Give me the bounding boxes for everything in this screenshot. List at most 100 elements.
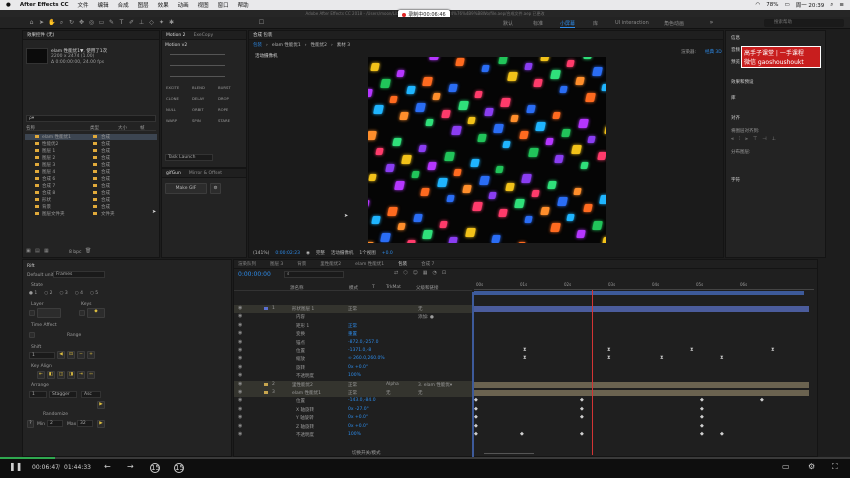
- toggle-switches-modes[interactable]: 切换开关/模式: [352, 450, 381, 456]
- timeline-property-row[interactable]: ◉ 位置 -1371.0,-8: [234, 347, 472, 355]
- timeline-property-row[interactable]: ◉ X 轴旋转 0x -27.0°: [234, 406, 472, 414]
- min-value-input[interactable]: 2: [47, 420, 63, 427]
- layer-mode-or-value[interactable]: -872.0,-257.0: [348, 340, 378, 345]
- timeline-property-row[interactable]: ◉ 矩形 1 正常: [234, 322, 472, 330]
- keyframe-icon[interactable]: ◆: [700, 432, 704, 437]
- new-folder-icon[interactable]: ▤: [35, 249, 40, 254]
- motion-warp-button[interactable]: WARP: [166, 118, 177, 123]
- visibility-eye-icon[interactable]: ◉: [238, 356, 242, 361]
- keyframe-icon[interactable]: ◆: [474, 415, 478, 420]
- arrange-value-input[interactable]: 1: [29, 391, 47, 398]
- project-row[interactable]: elam 性能优1 合成: [25, 134, 157, 140]
- type-tool-icon[interactable]: T: [118, 19, 125, 26]
- motion-slider-1[interactable]: [170, 54, 225, 55]
- layer-name[interactable]: 旋转: [296, 365, 305, 371]
- preview-panel-header[interactable]: 预览: [731, 59, 740, 65]
- zoom-tool-icon[interactable]: ⌕: [58, 19, 65, 26]
- snapping-checkbox-icon[interactable]: ☐: [258, 19, 265, 26]
- project-row[interactable]: 合成 7 合成: [25, 183, 157, 189]
- project-row[interactable]: 图层 2 合成: [25, 155, 157, 161]
- layer-parent[interactable]: 无: [418, 306, 423, 312]
- roto-tool-icon[interactable]: ✦: [158, 19, 165, 26]
- timeline-tab[interactable]: 包装: [398, 261, 407, 267]
- motion-burst-button[interactable]: BURST: [218, 85, 231, 90]
- col-frames[interactable]: 帧: [140, 125, 145, 131]
- layer-mode-or-value[interactable]: -143.0,-84.0: [348, 398, 376, 403]
- arrange-apply-button[interactable]: ▶: [97, 401, 105, 409]
- keyframe-icon[interactable]: ◆: [720, 432, 724, 437]
- motion-version[interactable]: Motion v2: [165, 43, 187, 48]
- align-keys-center-button[interactable]: ◫: [57, 371, 65, 379]
- keyframe-icon[interactable]: ◆: [580, 415, 584, 420]
- help-search-input[interactable]: 搜索帮助: [764, 19, 844, 27]
- label-color-swatch[interactable]: [35, 177, 39, 180]
- timeline-tab[interactable]: 合成 7: [421, 261, 434, 267]
- col-source-name[interactable]: 源名称: [290, 285, 304, 291]
- motion-blur-icon[interactable]: ◔: [433, 271, 437, 276]
- align-left-icon[interactable]: ⫷: [731, 137, 734, 142]
- visibility-eye-icon[interactable]: ◉: [238, 423, 242, 429]
- layer-label-swatch[interactable]: [264, 382, 268, 386]
- motion-slider-3[interactable]: [170, 76, 225, 77]
- tab-mirror-offset[interactable]: Mirror & Offset: [189, 171, 222, 176]
- col-t[interactable]: T: [372, 285, 375, 290]
- tab-composition[interactable]: 合成 包装: [253, 32, 272, 38]
- label-color-swatch[interactable]: [35, 205, 39, 208]
- keyframe-icon[interactable]: ◆: [474, 423, 478, 429]
- timeline-property-row[interactable]: ◉ 变换 重置: [234, 330, 472, 338]
- breadcrumb-asset3[interactable]: 素材 3: [337, 42, 350, 48]
- make-gif-button[interactable]: Make GIF: [165, 183, 207, 194]
- time-indicator[interactable]: [472, 292, 474, 457]
- visibility-eye-icon[interactable]: ◉: [238, 415, 242, 420]
- col-name[interactable]: 名称: [26, 125, 86, 131]
- align-top-icon[interactable]: ⊤: [753, 137, 757, 142]
- snapshot-icon[interactable]: ◉: [306, 251, 310, 256]
- keyframe-icon[interactable]: ⧗: [771, 348, 775, 353]
- motion-excite-button[interactable]: EXCITE: [166, 85, 179, 90]
- motion-blend-button[interactable]: BLEND: [192, 85, 205, 90]
- camera-view[interactable]: 活动摄像机: [331, 250, 354, 256]
- layer-name[interactable]: Z 轴旋转: [296, 424, 314, 430]
- keyframe-icon[interactable]: ⧗: [720, 356, 724, 361]
- workspace-default[interactable]: 默认: [503, 20, 513, 27]
- motion-stare-button[interactable]: STARE: [218, 118, 230, 123]
- project-search-input[interactable]: ρ▾: [26, 115, 156, 122]
- magnification[interactable]: (141%): [253, 251, 269, 256]
- menu-view[interactable]: 视图: [198, 1, 209, 9]
- help-button[interactable]: ?: [27, 420, 34, 428]
- layer-checkbox[interactable]: [29, 310, 35, 316]
- label-color-swatch[interactable]: [35, 149, 39, 152]
- layer-duration-bar[interactable]: [474, 306, 809, 312]
- timeline-property-row[interactable]: ◉ Y 轴旋转 0x +0.0°: [234, 414, 472, 422]
- timeline-property-row[interactable]: ◉ 旋转 0x +0.0°: [234, 364, 472, 372]
- timeline-layer-row[interactable]: ◉ 3 elam 性能优1 正常 无 无: [234, 389, 472, 397]
- timeline-tab[interactable]: 渲染队列: [238, 261, 256, 267]
- app-menu[interactable]: After Effects CC: [20, 2, 69, 8]
- layer-name[interactable]: Y 轴旋转: [296, 415, 314, 421]
- state-radio-5[interactable]: ○ 5: [90, 291, 98, 296]
- timeline-property-row[interactable]: ◉ 不透明度 100%: [234, 431, 472, 439]
- layer-name[interactable]: 内容: [296, 314, 305, 320]
- timeline-tab[interactable]: elam 性能优1: [355, 261, 384, 267]
- shift-plus-button[interactable]: +: [87, 351, 95, 359]
- layer-name[interactable]: 形状图层 1: [292, 306, 314, 312]
- label-color-swatch[interactable]: [35, 191, 39, 194]
- layer-name[interactable]: 不透明度: [296, 432, 314, 438]
- layer-trkmat[interactable]: 无: [386, 390, 391, 396]
- layer-label-swatch[interactable]: [264, 391, 268, 394]
- label-color-swatch[interactable]: [35, 170, 39, 173]
- layer-mode-or-value[interactable]: 100%: [348, 373, 361, 378]
- visibility-eye-icon[interactable]: ◉: [238, 364, 242, 370]
- menu-layer[interactable]: 图层: [138, 1, 149, 9]
- workspace-standard[interactable]: 标准: [533, 20, 543, 27]
- layer-name[interactable]: 锚点: [296, 340, 305, 346]
- visibility-eye-icon[interactable]: ◉: [238, 398, 242, 403]
- keyframe-icon[interactable]: ⧗: [523, 348, 527, 353]
- layer-name[interactable]: 位置: [296, 398, 305, 404]
- state-radio-2[interactable]: ○ 2: [44, 291, 52, 296]
- battery-icon[interactable]: ▭: [784, 2, 789, 8]
- align-keys-left-button[interactable]: ◧: [47, 371, 55, 379]
- tab-effect-controls[interactable]: 效果控件 (无): [27, 32, 54, 38]
- library-header[interactable]: 库: [731, 95, 736, 101]
- workspace-small-screen[interactable]: 小屏幕: [560, 20, 576, 28]
